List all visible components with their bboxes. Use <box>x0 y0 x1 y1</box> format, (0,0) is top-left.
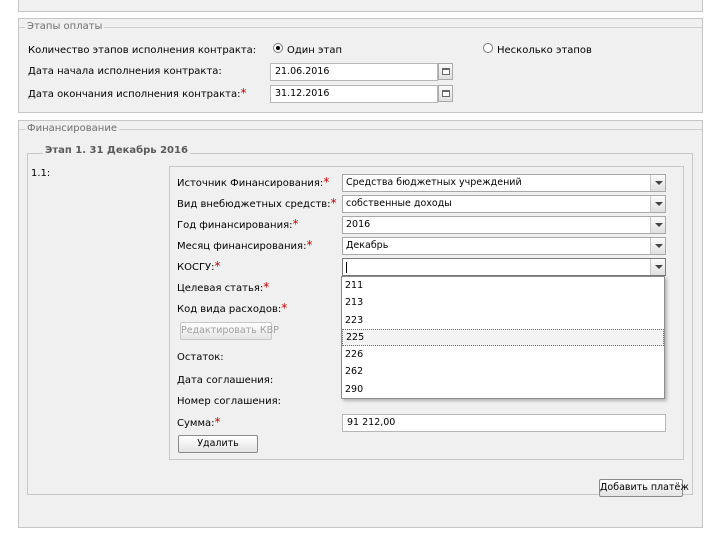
calendar-icon <box>442 68 450 75</box>
balance-label: Остаток: <box>177 352 224 363</box>
year-combo-trigger[interactable] <box>650 217 665 233</box>
source-combo[interactable]: Средства бюджетных учреждений <box>342 174 666 192</box>
stages-count-label: Количество этапов исполнения контракта: <box>28 45 257 56</box>
funds-type-value: собственные доходы <box>346 198 452 209</box>
add-payment-button[interactable]: Добавить платёж <box>599 479 689 497</box>
kosgu-combo-trigger[interactable] <box>650 259 665 275</box>
kosgu-label: КОСГУ:* <box>177 259 221 273</box>
year-combo[interactable]: 2016 <box>342 216 666 234</box>
end-date-calendar-button[interactable] <box>438 85 453 102</box>
radio-one-stage-label[interactable]: Один этап <box>287 45 342 56</box>
kosgu-dropdown-list: 211 213 223 225 226 262 290 <box>341 276 665 399</box>
delete-button[interactable]: Удалить <box>178 435 258 453</box>
chevron-down-icon <box>655 244 663 248</box>
radio-several-stages-label[interactable]: Несколько этапов <box>497 45 592 56</box>
kosgu-combo[interactable] <box>342 258 666 276</box>
target-article-label: Целевая статья:* <box>177 280 270 294</box>
financing-legend: Финансирование <box>25 123 119 134</box>
year-label: Год финансирования:* <box>177 217 299 231</box>
calendar-icon <box>442 90 450 97</box>
sum-label: Сумма:* <box>177 415 221 429</box>
kosgu-option[interactable]: 226 <box>342 346 664 363</box>
year-value: 2016 <box>346 219 371 230</box>
kosgu-option[interactable]: 290 <box>342 381 664 398</box>
kosgu-option[interactable]: 213 <box>342 294 664 311</box>
agreement-number-label: Номер соглашения: <box>177 396 281 407</box>
stage-legend: Этап 1. 31 Декабрь 2016 <box>43 145 190 156</box>
chevron-down-icon <box>655 181 663 185</box>
source-combo-trigger[interactable] <box>650 175 665 191</box>
chevron-down-icon <box>655 202 663 206</box>
radio-several-stages[interactable] <box>483 43 493 53</box>
source-label: Источник Финансирования:* <box>177 175 330 189</box>
chevron-down-icon <box>655 265 663 269</box>
kosgu-option-highlighted[interactable]: 225 <box>342 328 664 347</box>
kosgu-option[interactable]: 223 <box>342 312 664 329</box>
item-number-label: 1.1: <box>31 168 51 179</box>
start-date-label: Дата начала исполнения контракта: <box>28 66 222 77</box>
start-date-calendar-button[interactable] <box>438 63 453 80</box>
kosgu-option[interactable]: 211 <box>342 277 664 294</box>
source-value: Средства бюджетных учреждений <box>346 177 522 188</box>
edit-kvr-button[interactable]: Редактировать КВР <box>180 322 279 340</box>
text-cursor <box>346 262 347 273</box>
payment-stages-legend: Этапы оплаты <box>25 21 105 32</box>
expense-code-label: Код вида расходов:* <box>177 301 288 315</box>
kosgu-option[interactable]: 262 <box>342 363 664 380</box>
month-combo[interactable]: Декабрь <box>342 237 666 255</box>
end-date-input[interactable]: 31.12.2016 <box>270 85 438 103</box>
payment-stages-panel: Этапы оплаты Количество этапов исполнени… <box>18 18 703 113</box>
month-value: Декабрь <box>346 240 389 251</box>
agreement-date-label: Дата соглашения: <box>177 375 274 386</box>
funds-type-combo-trigger[interactable] <box>650 196 665 212</box>
radio-one-stage[interactable] <box>273 43 283 53</box>
end-date-label: Дата окончания исполнения контракта:* <box>28 86 247 100</box>
funds-type-combo[interactable]: собственные доходы <box>342 195 666 213</box>
chevron-down-icon <box>655 223 663 227</box>
top-panel-remnant <box>18 0 703 12</box>
funds-type-label: Вид внебюджетных средств:* <box>177 196 337 210</box>
start-date-input[interactable]: 21.06.2016 <box>270 63 438 81</box>
month-label: Месяц финансирования:* <box>177 238 313 252</box>
month-combo-trigger[interactable] <box>650 238 665 254</box>
sum-input[interactable]: 91 212,00 <box>342 414 666 432</box>
